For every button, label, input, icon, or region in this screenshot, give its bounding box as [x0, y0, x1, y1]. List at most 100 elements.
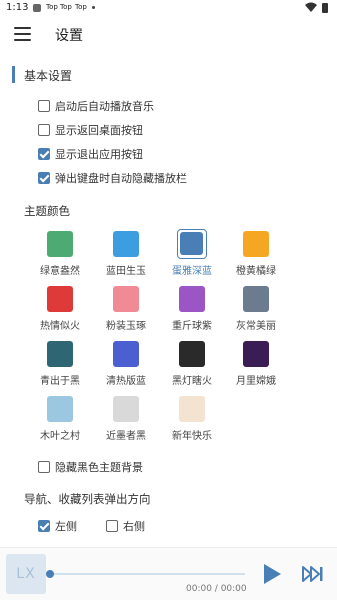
app-bar: 设置 — [0, 16, 337, 52]
theme-option[interactable]: 新年快乐 — [164, 394, 220, 442]
section-title: 基本设置 — [24, 69, 73, 83]
theme-swatch — [180, 232, 203, 255]
theme-option[interactable]: 重斤球紫 — [164, 284, 220, 332]
theme-name: 清热版蓝 — [106, 376, 146, 387]
checkbox-checked[interactable] — [38, 172, 50, 184]
theme-option[interactable]: 蛋雅深蓝 — [164, 229, 220, 277]
theme-swatch-frame — [177, 229, 207, 259]
option-label: 显示返回桌面按钮 — [55, 124, 143, 137]
theme-swatch-frame — [241, 284, 271, 314]
page-title: 设置 — [55, 28, 83, 44]
notification-label: Top — [75, 3, 87, 11]
theme-option[interactable]: 近墨者黑 — [98, 394, 154, 442]
player-bar: LX 00:00 / 00:00 — [0, 547, 337, 600]
app-notification-icon — [33, 4, 41, 12]
playback-time: 00:00 / 00:00 — [186, 584, 247, 594]
menu-icon-line — [14, 39, 31, 41]
option-label: 显示退出应用按钮 — [55, 148, 143, 161]
theme-swatch — [243, 286, 269, 312]
theme-swatch — [179, 396, 205, 422]
option-hide-black-theme-bg[interactable]: 隐藏黑色主题背景 — [38, 459, 143, 475]
theme-name: 木叶之村 — [40, 431, 80, 442]
menu-button[interactable] — [12, 24, 34, 44]
theme-option[interactable]: 青出于黑 — [32, 339, 88, 387]
checkbox[interactable] — [38, 100, 50, 112]
checkbox[interactable] — [38, 461, 50, 473]
next-track-icon[interactable] — [302, 565, 324, 583]
theme-swatch-frame — [241, 229, 271, 259]
section-accent-bar — [12, 66, 15, 83]
menu-icon — [14, 27, 31, 29]
checkbox[interactable] — [106, 520, 118, 532]
theme-name: 灰常美丽 — [236, 321, 276, 332]
theme-name: 黑灯瞎火 — [172, 376, 212, 387]
theme-swatch-frame — [45, 284, 75, 314]
progress-thumb[interactable] — [46, 570, 54, 578]
option-hide-player-on-keyboard[interactable]: 弹出键盘时自动隐藏播放栏 — [38, 170, 187, 186]
wifi-icon — [305, 2, 317, 12]
status-time: 1:13 — [6, 2, 29, 13]
theme-swatch — [179, 341, 205, 367]
option-label: 左侧 — [55, 520, 77, 533]
theme-swatch-frame — [45, 229, 75, 259]
theme-swatch-frame — [111, 229, 141, 259]
option-label: 启动后自动播放音乐 — [55, 100, 154, 113]
theme-option[interactable]: 橙黄橘绿 — [228, 229, 284, 277]
popup-direction-left[interactable]: 左侧 — [38, 518, 77, 534]
theme-swatch — [113, 286, 139, 312]
theme-option[interactable]: 粉装玉琢 — [98, 284, 154, 332]
theme-swatch-frame — [177, 339, 207, 369]
status-bar: 1:13 Top Top Top — [0, 0, 337, 16]
checkbox-checked[interactable] — [38, 148, 50, 160]
theme-option[interactable]: 灰常美丽 — [228, 284, 284, 332]
notification-label: Top — [60, 3, 72, 11]
theme-swatch — [47, 286, 73, 312]
theme-name: 青出于黑 — [40, 376, 80, 387]
theme-name: 热情似火 — [40, 321, 80, 332]
option-autoplay[interactable]: 启动后自动播放音乐 — [38, 98, 154, 114]
theme-heading: 主题颜色 — [24, 204, 70, 218]
theme-option[interactable]: 蓝田生玉 — [98, 229, 154, 277]
theme-swatch — [113, 341, 139, 367]
theme-swatch-frame — [45, 394, 75, 424]
checkbox[interactable] — [38, 124, 50, 136]
notification-label: Top — [46, 3, 58, 11]
theme-name: 新年快乐 — [172, 431, 212, 442]
theme-name: 近墨者黑 — [106, 431, 146, 442]
theme-swatch-frame — [111, 284, 141, 314]
album-cover[interactable]: LX — [6, 554, 46, 594]
theme-swatch — [47, 396, 73, 422]
theme-swatch-frame — [177, 284, 207, 314]
theme-name: 重斤球紫 — [172, 321, 212, 332]
popup-direction-heading: 导航、收藏列表弹出方向 — [24, 492, 151, 506]
checkbox-checked[interactable] — [38, 520, 50, 532]
theme-name: 月里嫦娥 — [236, 376, 276, 387]
notification-dot-icon — [92, 6, 95, 9]
option-show-home-button[interactable]: 显示返回桌面按钮 — [38, 122, 143, 138]
option-label: 隐藏黑色主题背景 — [55, 461, 143, 474]
option-show-exit-button[interactable]: 显示退出应用按钮 — [38, 146, 143, 162]
popup-direction-right[interactable]: 右侧 — [106, 518, 145, 534]
theme-swatch — [243, 231, 269, 257]
theme-swatch — [47, 231, 73, 257]
play-icon[interactable] — [262, 563, 282, 585]
theme-swatch — [113, 231, 139, 257]
theme-option[interactable]: 绿意盎然 — [32, 229, 88, 277]
battery-icon — [322, 3, 328, 13]
theme-swatch — [47, 341, 73, 367]
theme-swatch — [179, 286, 205, 312]
theme-swatch-frame — [111, 339, 141, 369]
progress-track[interactable] — [50, 573, 245, 575]
theme-swatch-frame — [111, 394, 141, 424]
theme-swatch-frame — [241, 339, 271, 369]
theme-option[interactable]: 黑灯瞎火 — [164, 339, 220, 387]
theme-option[interactable]: 月里嫦娥 — [228, 339, 284, 387]
theme-swatch — [243, 341, 269, 367]
theme-option[interactable]: 木叶之村 — [32, 394, 88, 442]
theme-swatch-frame — [177, 394, 207, 424]
theme-option[interactable]: 清热版蓝 — [98, 339, 154, 387]
theme-option[interactable]: 热情似火 — [32, 284, 88, 332]
theme-swatch-frame — [45, 339, 75, 369]
menu-icon-line — [14, 33, 31, 35]
theme-swatch — [113, 396, 139, 422]
